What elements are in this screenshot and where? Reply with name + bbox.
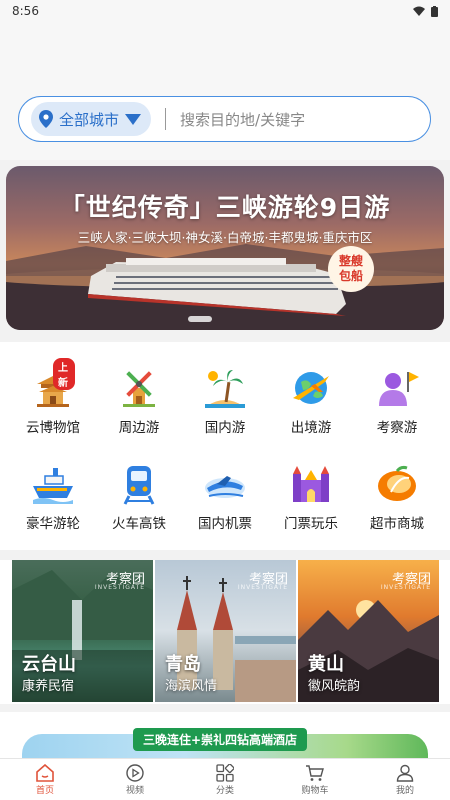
play-icon [126, 763, 144, 782]
search-divider [165, 108, 167, 130]
category-label: 云博物馆 [26, 420, 80, 436]
category-domestic-tour[interactable]: 国内游 [180, 366, 270, 436]
promo-tag: 三晚连住+崇礼四钻高端酒店 [133, 728, 308, 751]
category-label: 考察游 [376, 420, 418, 436]
category-train[interactable]: 火车高铁 [94, 462, 184, 532]
badge-line1: 整艘 [338, 254, 363, 268]
location-pin-icon [39, 110, 53, 128]
city-label: 全部城市 [59, 110, 120, 129]
tab-label: 分类 [215, 785, 234, 796]
airplane-icon [203, 462, 247, 506]
tab-category[interactable]: 分类 [180, 759, 270, 800]
badge-line2: 包船 [338, 269, 363, 283]
destination-name: 青岛 [165, 654, 201, 675]
pavilion-icon: 上新 [31, 358, 75, 410]
fruit-icon [375, 462, 419, 506]
category-luxury-cruise[interactable]: 豪华游轮 [8, 462, 98, 532]
category-nearby-tour[interactable]: 周边游 [94, 366, 184, 436]
category-label: 豪华游轮 [26, 516, 80, 532]
plane-globe-icon [289, 366, 333, 410]
castle-icon [289, 462, 333, 506]
category-inspection-tour[interactable]: 考察游 [352, 366, 442, 436]
person-flag-icon [375, 366, 419, 410]
battery-icon [431, 5, 438, 17]
destination-card-qingdao[interactable]: 考察团 INVESTIGATE 青岛 海滨风情 [155, 560, 296, 702]
category-outbound-tour[interactable]: 出境游 [266, 366, 356, 436]
banner-title: 「世纪传奇」三峡游轮9日游 [59, 193, 391, 222]
category-label: 出境游 [290, 420, 332, 436]
destination-desc: 康养民宿 [22, 679, 75, 694]
search-bar[interactable]: 全部城市 搜索目的地/关键字 [18, 96, 431, 142]
train-icon [117, 462, 161, 506]
category-label: 国内机票 [198, 516, 252, 532]
search-input[interactable]: 搜索目的地/关键字 [180, 109, 305, 130]
tab-home[interactable]: 首页 [0, 759, 90, 800]
destination-name: 黄山 [308, 654, 344, 675]
grid-icon [216, 763, 234, 782]
bottom-tab-bar: 首页 视频 分类 购物车 我的 [0, 758, 450, 800]
banner-subtitle: 三峡人家·三峡大坝·神女溪·白帝城·丰都鬼城·重庆市区 [77, 230, 373, 245]
cart-icon [306, 764, 324, 781]
tab-video[interactable]: 视频 [90, 759, 180, 800]
caret-down-icon [125, 113, 142, 125]
destination-row: 考察团 INVESTIGATE 云台山 康养民宿 考察团 INVESTIGATE… [0, 560, 450, 704]
category-label: 国内游 [204, 420, 246, 436]
tab-label: 视频 [125, 785, 144, 796]
cruise-ship-icon [31, 462, 75, 506]
clock: 8:56 [12, 4, 39, 18]
category-label: 火车高铁 [112, 516, 166, 532]
tab-label: 首页 [35, 785, 54, 796]
category-domestic-flights[interactable]: 国内机票 [180, 462, 270, 532]
destination-name: 云台山 [22, 654, 76, 675]
watermark-sub: INVESTIGATE [380, 584, 431, 591]
carousel-indicator [188, 316, 212, 322]
category-label: 门票玩乐 [284, 516, 338, 532]
destination-card-yuntaishan[interactable]: 考察团 INVESTIGATE 云台山 康养民宿 [12, 560, 153, 702]
destination-desc: 徽风皖韵 [308, 679, 361, 694]
windmill-icon [117, 366, 161, 410]
category-tickets-fun[interactable]: 门票玩乐 [266, 462, 356, 532]
tab-label: 购物车 [301, 785, 329, 796]
destination-card-huangshan[interactable]: 考察团 INVESTIGATE 黄山 徽风皖韵 [298, 560, 439, 702]
tab-label: 我的 [395, 785, 414, 796]
tab-profile[interactable]: 我的 [360, 759, 450, 800]
watermark-sub: INVESTIGATE [94, 584, 145, 591]
wifi-icon [413, 6, 425, 16]
category-label: 周边游 [118, 420, 160, 436]
home-icon [36, 763, 54, 782]
category-cloud-museum[interactable]: 上新 云博物馆 [8, 358, 98, 436]
palm-tree-icon [203, 366, 247, 410]
watermark-sub: INVESTIGATE [237, 584, 288, 591]
status-icons [413, 5, 438, 17]
city-selector[interactable]: 全部城市 [31, 102, 152, 136]
charter-badge: 整艘 包船 [328, 246, 374, 292]
cruise-banner[interactable]: 「世纪传奇」三峡游轮9日游 三峡人家·三峡大坝·神女溪·白帝城·丰都鬼城·重庆市… [6, 166, 444, 330]
category-supermarket[interactable]: 超市商城 [352, 462, 442, 532]
destination-desc: 海滨风情 [165, 679, 218, 694]
user-icon [396, 764, 414, 782]
tab-cart[interactable]: 购物车 [270, 759, 360, 800]
category-label: 超市商城 [370, 516, 424, 532]
status-bar: 8:56 [0, 0, 450, 22]
promo-banner[interactable]: 三晚连住+崇礼四钻高端酒店 [0, 712, 450, 758]
new-badge: 上新 [53, 358, 75, 390]
category-grid: 上新 云博物馆 周边游 国内游 出境游 考察游 豪华游轮 火车高铁 国内机票 门… [0, 342, 450, 550]
